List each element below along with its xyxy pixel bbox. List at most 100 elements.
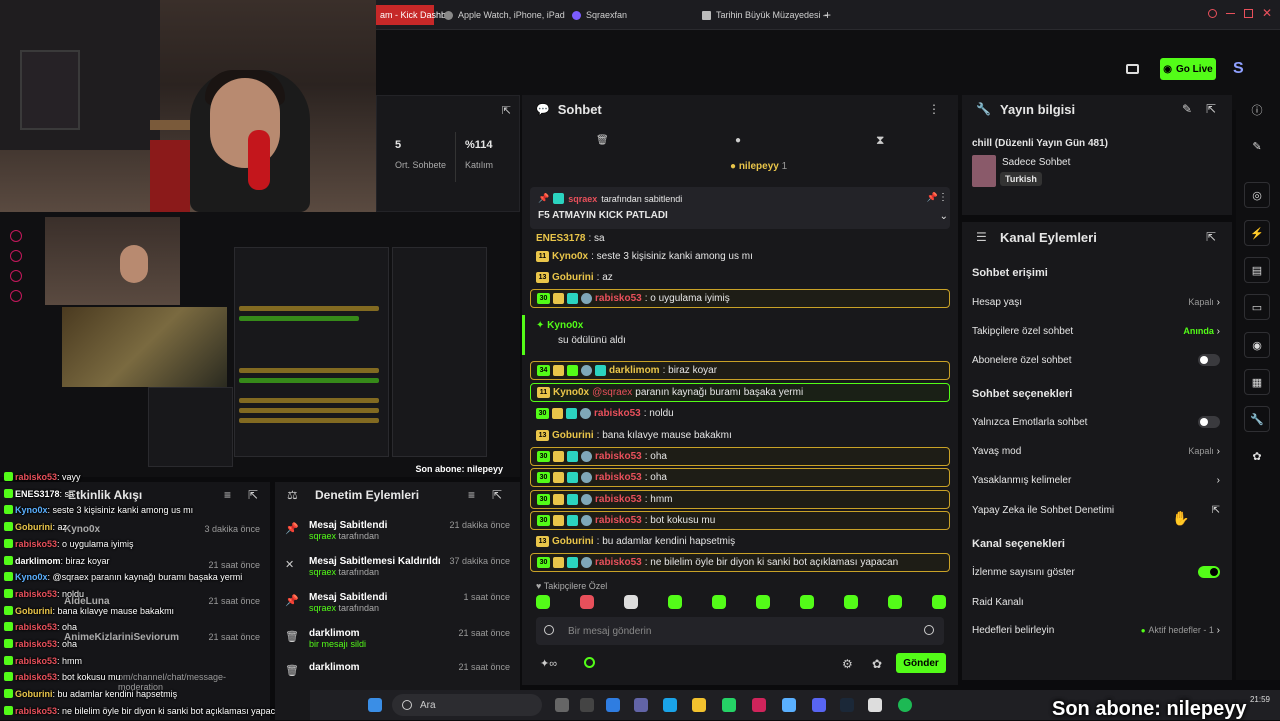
chat-input[interactable]: Bir mesaj gönderin [536,617,944,645]
focus-icon[interactable]: ◎ [1244,182,1270,208]
chat-username[interactable]: rabisko53 [594,408,641,419]
emoji-icon[interactable] [924,625,934,635]
layout-icon[interactable]: ▦ [1244,369,1270,395]
chat-username[interactable]: ENES3178 [536,233,585,244]
hourglass-icon[interactable]: ⧗ [876,133,884,148]
minimize-icon[interactable] [1226,13,1235,14]
tab-kick-dashboard[interactable]: am - Kick Dashb [374,5,446,25]
emote-icon[interactable] [932,595,946,609]
yavas-row[interactable]: Yavaş mod Kapalı › [972,443,1220,459]
chat-username[interactable]: rabisko53 [595,472,642,483]
wrench-icon[interactable]: 🔧 [1244,406,1270,432]
windows-start-icon[interactable] [368,698,382,712]
go-live-button[interactable]: ◉ Go Live [1160,58,1216,80]
tab-sqraexfan[interactable]: Sqraexfan [572,5,627,25]
chat-username[interactable]: Kyno0x [553,387,589,398]
moderation-item[interactable]: ✕ Mesaj Sabitlemesi Kaldırıldı sqraex tara… [285,556,510,578]
chat-message[interactable]: 13 Goburini: az [530,268,950,287]
chat-message[interactable]: ENES3178: sa [530,229,950,248]
abone-toggle[interactable] [1198,354,1220,366]
chat-message[interactable]: 30 rabisko53: hmm [530,490,950,509]
close-icon[interactable]: ✕ [1262,6,1272,20]
moderation-item[interactable]: 🗑 darklimom bir mesajı sildi 21 saat önce [285,628,510,650]
expand-icon[interactable]: ⇱ [502,104,511,117]
expand-icon[interactable]: ⇱ [1206,102,1216,116]
info-icon[interactable]: ⓘ [1244,97,1270,123]
emote-icon[interactable] [536,595,550,609]
emote-icon[interactable] [844,595,858,609]
izlenme-toggle[interactable] [1198,566,1220,578]
emote-toggle[interactable] [1198,416,1220,428]
send-button[interactable]: Gönder [896,653,946,673]
chat-message[interactable]: 13 Goburini: bana kılavye mause bakakmı [530,426,950,445]
chat-username[interactable]: rabisko53 [595,451,642,462]
emote-icon[interactable] [624,595,638,609]
gear-icon[interactable]: ⚙ [842,657,853,671]
chat-message[interactable]: 30 rabisko53: oha [530,447,950,466]
chat-username[interactable]: Goburini [552,272,594,283]
edit-icon[interactable]: ✎ [1182,102,1192,116]
search-icon[interactable] [1208,9,1217,18]
emote-icon[interactable] [580,595,594,609]
kick-icon[interactable] [584,657,595,668]
chat-username[interactable]: Goburini [552,430,594,441]
hedef-row[interactable]: Hedefleri belirleyin ● Aktif hedefler - 1… [972,622,1220,638]
trash-icon[interactable]: 🗑 [596,135,609,146]
chat-message[interactable]: 11 Kyno0x: seste 3 kişisiniz kanki among … [530,247,950,266]
emote-icon[interactable] [712,595,726,609]
chevron-down-icon[interactable]: ⌄ [940,211,948,222]
chat-message[interactable]: 30 rabisko53: o uygulama iyimiş [530,289,950,308]
moderation-item[interactable]: 📌 Mesaj Sabitlendi sqraex tarafından 21 dak… [285,520,510,542]
emote-icon[interactable] [888,595,902,609]
camera-icon[interactable] [1126,64,1139,74]
chat-username[interactable]: rabisko53 [595,557,642,568]
more-options-icon[interactable]: ⋮ [928,102,940,116]
new-tab-button[interactable]: + [824,5,831,25]
emote-icon[interactable] [800,595,814,609]
chat-message[interactable]: 34 darklimom: biraz koyar [530,361,950,380]
chat-message[interactable]: 30 rabisko53: bot kokusu mu [530,511,950,530]
chat-message[interactable]: 30 rabisko53: oha [530,468,950,487]
chat-message[interactable]: 30 rabisko53: noldu [530,404,950,423]
edge-icon[interactable] [663,698,677,712]
raid-row[interactable]: Raid Kanalı [972,594,1220,610]
chat-username[interactable]: darklimom [609,365,660,376]
explorer-icon[interactable] [692,698,706,712]
widgets-icon[interactable] [580,698,594,712]
teams-icon[interactable] [634,698,648,712]
profile-avatar[interactable]: S [1233,60,1244,78]
yasak-row[interactable]: Yasaklanmış kelimeler › [972,472,1220,488]
broadcast-icon[interactable]: ◉ [1244,332,1270,358]
app-icon[interactable] [782,698,796,712]
maximize-icon[interactable] [1244,9,1253,18]
unpin-icon[interactable]: 📌 [927,192,938,203]
chat-username[interactable]: rabisko53 [595,515,642,526]
chat-icon[interactable]: ▭ [1244,294,1270,320]
chat-username[interactable]: rabisko53 [595,494,642,505]
whatsapp-icon[interactable] [722,698,736,712]
chat-message[interactable]: 30 rabisko53: ne bilelim öyle bir diyon k… [530,553,950,572]
points-icon[interactable]: ✦∞ [540,657,557,670]
spotify-icon[interactable] [898,698,912,712]
chat-message[interactable]: 13 Goburini: bu adamlar kendini hapsetmiş [530,532,950,551]
pencil-icon[interactable]: ✎ [1244,133,1270,159]
obs-icon[interactable] [868,698,882,712]
pinned-message[interactable]: 📌 sqraex tarafından sabitlendi F5 ATMAYIN… [530,187,950,229]
tab-apple[interactable]: Apple Watch, iPhone, iPad [444,5,565,25]
filter-icon[interactable]: ≡ [468,488,475,502]
chat-message[interactable]: 11 Kyno0x @sqraex paranın kaynağı buramı b… [530,383,950,402]
badge-settings-icon[interactable]: ✿ [872,657,882,671]
steam-icon[interactable] [840,698,854,712]
apps-icon[interactable]: ✿ [1244,443,1270,469]
more-options-icon[interactable]: ⋮ [938,192,948,203]
moderation-item[interactable]: 🗑 darklimom 21 saat önce [285,662,510,677]
hesap-row[interactable]: Hesap yaşı Kapalı › [972,294,1220,310]
outlook-icon[interactable] [606,698,620,712]
chat-username[interactable]: rabisko53 [595,293,642,304]
taskbar-search[interactable]: Ara [392,694,542,716]
taskview-icon[interactable] [555,698,569,712]
expand-icon[interactable]: ⇱ [1206,230,1216,244]
bolt-icon[interactable]: ⚡ [1244,220,1270,246]
opera-icon[interactable] [752,698,766,712]
tab-muzayede[interactable]: Tarihin Büyük Müzayedesi – [702,5,828,25]
